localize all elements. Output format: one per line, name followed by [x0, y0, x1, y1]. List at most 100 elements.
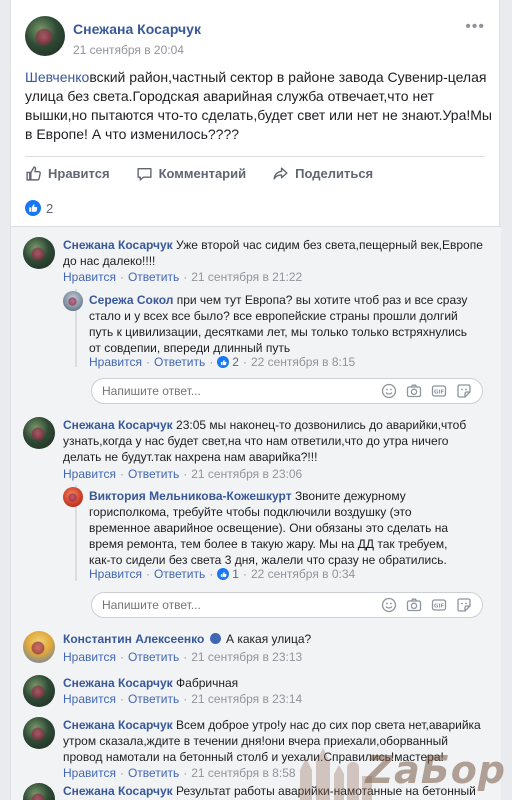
commenter-avatar[interactable]: [23, 417, 55, 449]
comment-time[interactable]: 21 сентября в 23:06: [191, 467, 302, 481]
svg-text:GIF: GIF: [434, 390, 445, 396]
comment-like-link[interactable]: Нравится: [63, 692, 116, 706]
like-reaction-icon: [217, 356, 230, 368]
post-text-body: вский район,частный сектор в районе заво…: [25, 69, 492, 142]
reply-likes-count: 1: [232, 567, 239, 581]
comment-author[interactable]: Константин Алексеенко: [63, 632, 204, 646]
comment-reply-link[interactable]: Ответить: [128, 467, 179, 481]
comment-author[interactable]: Снежана Косарчук: [63, 784, 173, 798]
comment-meta: Нравится · Ответить · 21 сентября в 21:2…: [63, 270, 303, 284]
reply-input-icons: GIF: [381, 383, 472, 399]
reply-reply-link[interactable]: Ответить: [154, 355, 205, 369]
comment-author[interactable]: Снежана Косарчук: [63, 418, 173, 432]
comment-time[interactable]: 21 сентября в 8:58: [191, 766, 295, 780]
comment-icon: [136, 168, 152, 181]
post-header: Снежана Косарчук 21 сентября в 20:04 •••: [25, 16, 485, 60]
comment-body: Снежана Косарчук Уже второй час сидим бе…: [63, 237, 488, 269]
post-date[interactable]: 21 сентября в 20:04: [73, 43, 184, 57]
commenter-avatar[interactable]: [23, 631, 55, 663]
reply-meta: Нравится · Ответить · 1 · 22 сентября в …: [89, 567, 356, 581]
comment-author[interactable]: Снежана Косарчук: [63, 676, 173, 690]
comment-reply-link[interactable]: Ответить: [128, 766, 179, 780]
comment-button[interactable]: Комментарий: [136, 165, 247, 182]
comment-label: Комментарий: [158, 166, 247, 181]
like-button[interactable]: Нравится: [25, 165, 110, 182]
reply-time[interactable]: 22 сентября в 0:34: [251, 567, 355, 581]
comment-like-link[interactable]: Нравится: [63, 270, 116, 284]
reply-author[interactable]: Сережа Сокол: [89, 293, 173, 307]
comment-item: Константин Алексеенко А какая улица? Нра…: [23, 631, 493, 671]
comment-reply-link[interactable]: Ответить: [128, 650, 179, 664]
comment-author[interactable]: Снежана Косарчук: [63, 238, 173, 252]
reply-like-link[interactable]: Нравится: [89, 567, 142, 581]
sticker-icon[interactable]: [456, 597, 472, 613]
comment-meta: Нравится · Ответить · 21 сентября в 23:1…: [63, 692, 303, 706]
comment-reply-link[interactable]: Ответить: [128, 692, 179, 706]
post-card: Снежана Косарчук 21 сентября в 20:04 •••…: [10, 0, 501, 800]
comment-item: Снежана Косарчук Уже второй час сидим бе…: [23, 237, 493, 291]
post-author[interactable]: Снежана Косарчук: [73, 21, 201, 37]
post-text-link[interactable]: Шевченко: [25, 69, 89, 85]
commenter-avatar[interactable]: [23, 783, 55, 800]
reply-reply-link[interactable]: Ответить: [154, 567, 205, 581]
comment-meta: Нравится · Ответить · 21 сентября в 23:0…: [63, 467, 303, 481]
share-button[interactable]: Поделиться: [272, 165, 373, 182]
watermark-text: ZaБор: [365, 748, 506, 792]
more-options-icon[interactable]: •••: [465, 18, 485, 36]
post-actions: Нравится Комментарий Поделиться: [25, 156, 485, 190]
reply-input[interactable]: [102, 598, 381, 612]
reply-input[interactable]: [102, 384, 381, 398]
comment-text: Фабричная: [176, 676, 239, 690]
reply-like-link[interactable]: Нравится: [89, 355, 142, 369]
author-avatar[interactable]: [25, 16, 65, 56]
comment-body: Снежана Косарчук 23:05 мы наконец-то доз…: [63, 417, 488, 465]
comment-like-link[interactable]: Нравится: [63, 766, 116, 780]
badge-icon: [209, 633, 221, 644]
reactions-count: 2: [46, 200, 54, 216]
reply-likes[interactable]: 2: [217, 355, 239, 369]
gif-icon[interactable]: GIF: [431, 597, 447, 613]
reply-body: Виктория Мельникова-Кожешкурт Звоните де…: [89, 488, 469, 568]
gif-icon[interactable]: GIF: [431, 383, 447, 399]
comment-like-link[interactable]: Нравится: [63, 467, 116, 481]
comment-like-link[interactable]: Нравится: [63, 650, 116, 664]
reply-meta: Нравится · Ответить · 2 · 22 сентября в …: [89, 355, 356, 369]
commenter-avatar[interactable]: [23, 675, 55, 707]
svg-text:GIF: GIF: [434, 604, 445, 610]
commenter-avatar[interactable]: [23, 237, 55, 269]
reply-item: Сережа Сокол при чем тут Европа? вы хоти…: [63, 291, 493, 373]
reply-time[interactable]: 22 сентября в 8:15: [251, 355, 355, 369]
watermark-logo: ZaБор: [292, 740, 512, 800]
comment-text: А какая улица?: [226, 632, 312, 646]
emoji-icon[interactable]: [381, 383, 397, 399]
replier-avatar[interactable]: [63, 487, 83, 507]
share-icon: [273, 167, 288, 180]
comment-author[interactable]: Снежана Косарчук: [63, 718, 173, 732]
comment-body: Снежана Косарчук Фабричная: [63, 675, 488, 691]
thumbs-up-icon: [26, 166, 41, 181]
reactions-summary[interactable]: 2: [25, 200, 53, 216]
camera-icon[interactable]: [406, 597, 422, 613]
comment-meta: Нравится · Ответить · 21 сентября в 8:58: [63, 766, 296, 780]
comment-reply-link[interactable]: Ответить: [128, 270, 179, 284]
sticker-icon[interactable]: [456, 383, 472, 399]
post-text: Шевченковский район,частный сектор в рай…: [25, 68, 495, 144]
comment-time[interactable]: 21 сентября в 23:13: [191, 650, 302, 664]
comment-time[interactable]: 21 сентября в 21:22: [191, 270, 302, 284]
reply-likes[interactable]: 1: [217, 567, 239, 581]
comment-item: Снежана Косарчук Фабричная Нравится · От…: [23, 675, 493, 715]
like-reaction-icon: [25, 200, 41, 216]
reply-item: Виктория Мельникова-Кожешкурт Звоните де…: [63, 487, 493, 587]
commenter-avatar[interactable]: [23, 717, 55, 749]
comment-meta: Нравится · Ответить · 21 сентября в 23:1…: [63, 650, 303, 664]
reply-author[interactable]: Виктория Мельникова-Кожешкурт: [89, 489, 292, 503]
replier-avatar[interactable]: [63, 291, 83, 311]
reply-input-box: GIF: [91, 592, 483, 618]
comment-item: Снежана Косарчук 23:05 мы наконец-то доз…: [23, 417, 493, 481]
camera-icon[interactable]: [406, 383, 422, 399]
comment-body: Константин Алексеенко А какая улица?: [63, 631, 488, 647]
comment-time[interactable]: 21 сентября в 23:14: [191, 692, 302, 706]
like-label: Нравится: [48, 166, 110, 181]
comments-section: Снежана Косарчук Уже второй час сидим бе…: [11, 226, 501, 800]
emoji-icon[interactable]: [381, 597, 397, 613]
